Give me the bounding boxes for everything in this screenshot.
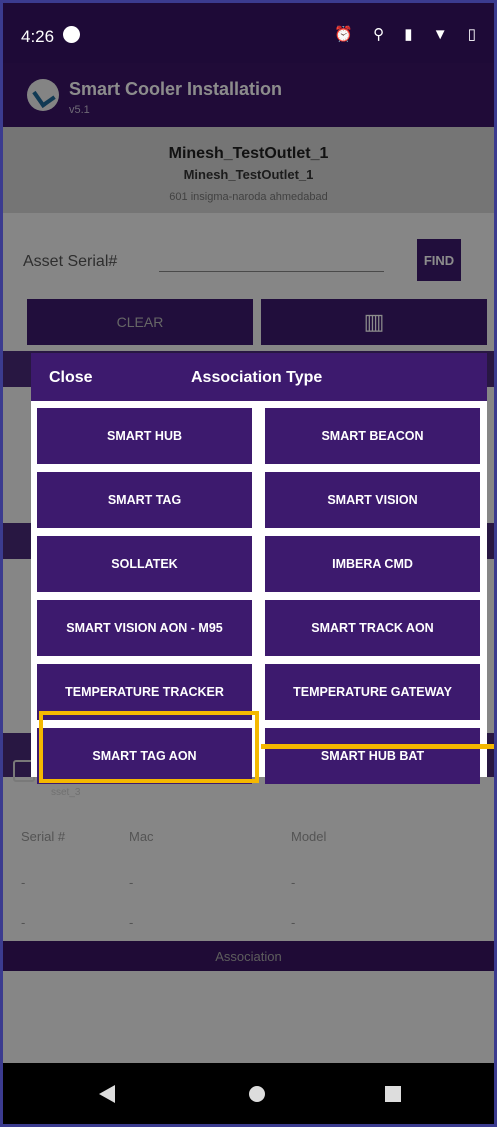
recent-apps-icon[interactable] [385,1086,401,1102]
option-smart-hub-bat[interactable]: SMART HUB BAT [265,728,480,784]
status-icons: ⏰ ⚲ ▮ ▼ ▯ [334,26,484,43]
home-icon[interactable] [249,1086,265,1102]
option-sollatek[interactable]: SOLLATEK [37,536,252,592]
option-smart-vision[interactable]: SMART VISION [265,472,480,528]
back-icon[interactable] [99,1085,115,1103]
close-button[interactable]: Close [49,369,93,387]
option-smart-tag[interactable]: SMART TAG [37,472,252,528]
option-smart-beacon[interactable]: SMART BEACON [265,408,480,464]
screen: 4:26 ⏰ ⚲ ▮ ▼ ▯ Smart Cooler Installation… [0,0,497,1127]
dialog-header: Close Association Type [31,353,487,401]
status-bar: 4:26 ⏰ ⚲ ▮ ▼ ▯ [3,3,494,63]
option-smart-track-aon[interactable]: SMART TRACK AON [265,600,480,656]
highlight-connector [261,744,494,749]
highlight-box [39,711,259,783]
clock: 4:26 [21,27,55,46]
dialog-title: Association Type [191,369,323,386]
option-smart-vision-aon-m95[interactable]: SMART VISION AON - M95 [37,600,252,656]
option-temperature-gateway[interactable]: TEMPERATURE GATEWAY [265,664,480,720]
option-imbera-cmd[interactable]: IMBERA CMD [265,536,480,592]
vpn-icon [63,26,80,43]
option-smart-hub[interactable]: SMART HUB [37,408,252,464]
navigation-bar [3,1063,494,1124]
